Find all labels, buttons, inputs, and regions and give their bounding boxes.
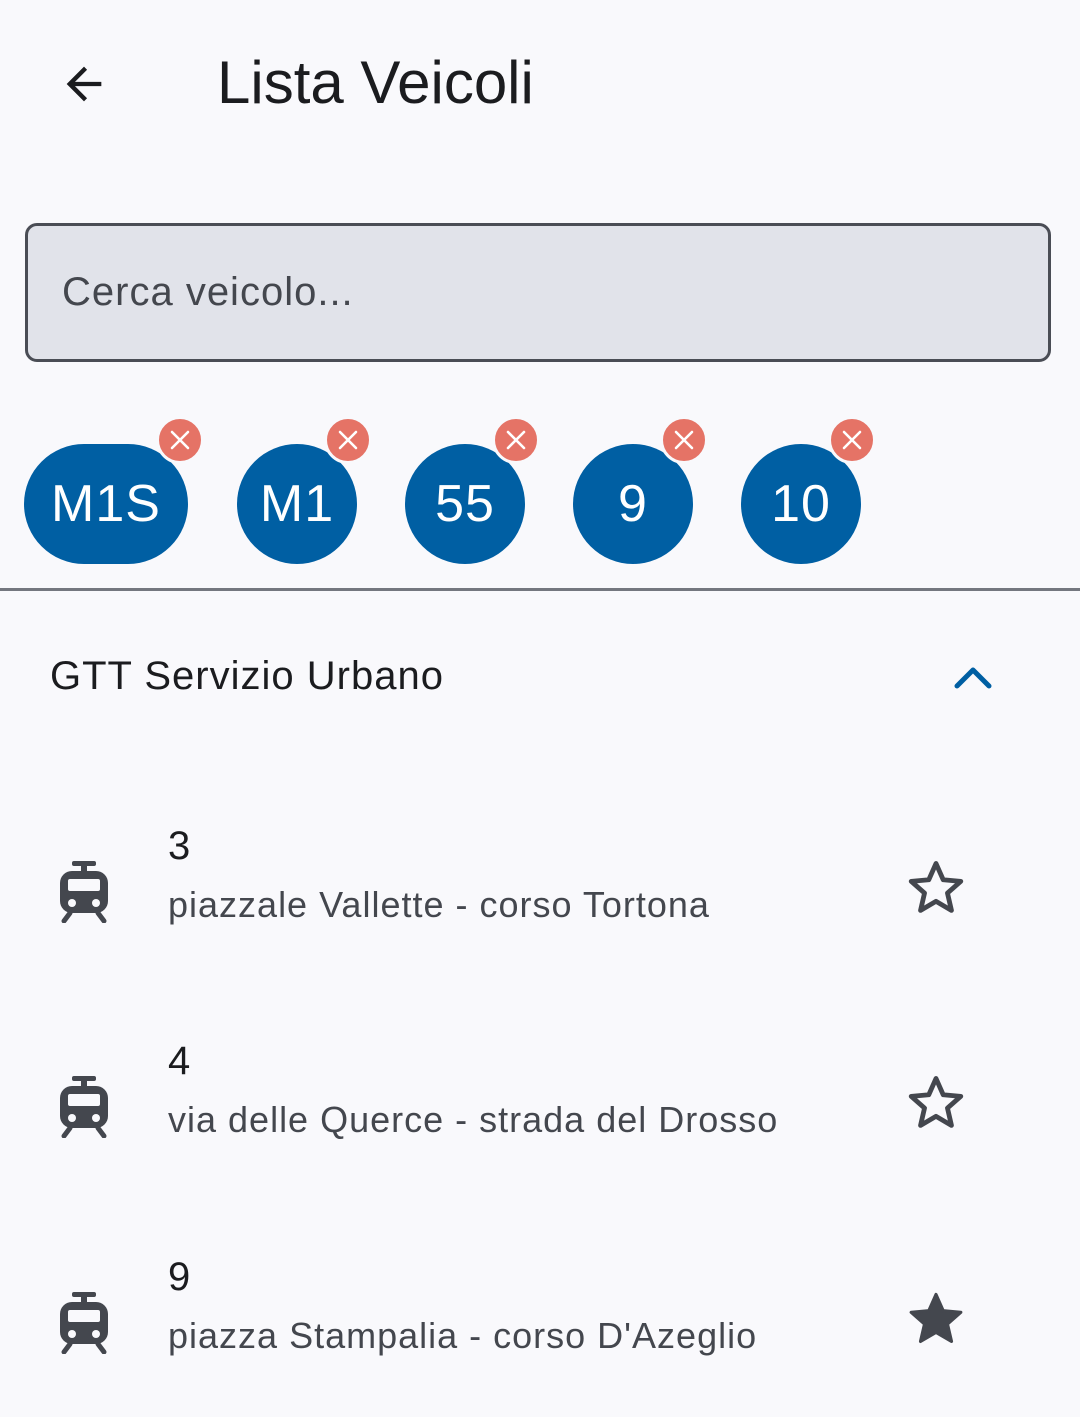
collapse-button[interactable] bbox=[938, 642, 1008, 712]
arrow-back-icon bbox=[66, 66, 102, 102]
page-title: Lista Veicoli bbox=[217, 49, 534, 116]
vehicle-row[interactable]: 3 piazzale Vallette - corso Tortona bbox=[0, 786, 1080, 986]
star-outline-icon bbox=[908, 1076, 964, 1128]
vehicle-line-number: 3 bbox=[168, 824, 191, 868]
chip-label: 55 bbox=[435, 475, 495, 533]
chip-label: M1S bbox=[51, 475, 161, 533]
vehicle-route: piazzale Vallette - corso Tortona bbox=[168, 884, 710, 925]
divider bbox=[0, 588, 1080, 591]
vehicle-route: piazza Stampalia - corso D'Azeglio bbox=[168, 1315, 758, 1356]
chip-remove-button[interactable] bbox=[156, 416, 204, 464]
vehicle-row[interactable]: 4 via delle Querce - strada del Drosso bbox=[0, 1001, 1080, 1201]
favorite-button[interactable] bbox=[900, 1067, 972, 1139]
section-title: GTT Servizio Urbano bbox=[50, 654, 444, 698]
app-bar: Lista Veicoli bbox=[0, 0, 1080, 170]
filter-chip[interactable]: M1S bbox=[24, 444, 188, 564]
chip-label: M1 bbox=[259, 475, 335, 533]
search-input[interactable] bbox=[62, 226, 1022, 359]
chip-remove-button[interactable] bbox=[660, 416, 708, 464]
vehicle-route: via delle Querce - strada del Drosso bbox=[168, 1099, 779, 1140]
agency-section-header[interactable]: GTT Servizio Urbano bbox=[0, 620, 1080, 735]
favorite-button[interactable] bbox=[900, 1283, 972, 1355]
tram-icon bbox=[60, 1076, 108, 1138]
close-icon bbox=[506, 430, 526, 450]
chip-label: 9 bbox=[618, 475, 648, 533]
chevron-up-icon bbox=[954, 667, 992, 689]
chip-remove-button[interactable] bbox=[324, 416, 372, 464]
close-icon bbox=[170, 430, 190, 450]
close-icon bbox=[842, 430, 862, 450]
filter-chips: M1S M1 55 9 10 bbox=[0, 416, 1080, 580]
tram-icon bbox=[60, 861, 108, 923]
back-button[interactable] bbox=[52, 52, 116, 116]
star-outline-icon bbox=[908, 861, 964, 913]
search-field[interactable] bbox=[25, 223, 1051, 362]
vehicle-line-number: 4 bbox=[168, 1039, 191, 1083]
vehicle-row[interactable]: 9 piazza Stampalia - corso D'Azeglio bbox=[0, 1217, 1080, 1417]
close-icon bbox=[674, 430, 694, 450]
chip-label: 10 bbox=[771, 475, 831, 533]
star-filled-icon bbox=[909, 1292, 963, 1343]
vehicle-line-number: 9 bbox=[168, 1255, 191, 1299]
chip-remove-button[interactable] bbox=[492, 416, 540, 464]
tram-icon bbox=[60, 1292, 108, 1354]
close-icon bbox=[338, 430, 358, 450]
chip-remove-button[interactable] bbox=[828, 416, 876, 464]
favorite-button[interactable] bbox=[900, 852, 972, 924]
